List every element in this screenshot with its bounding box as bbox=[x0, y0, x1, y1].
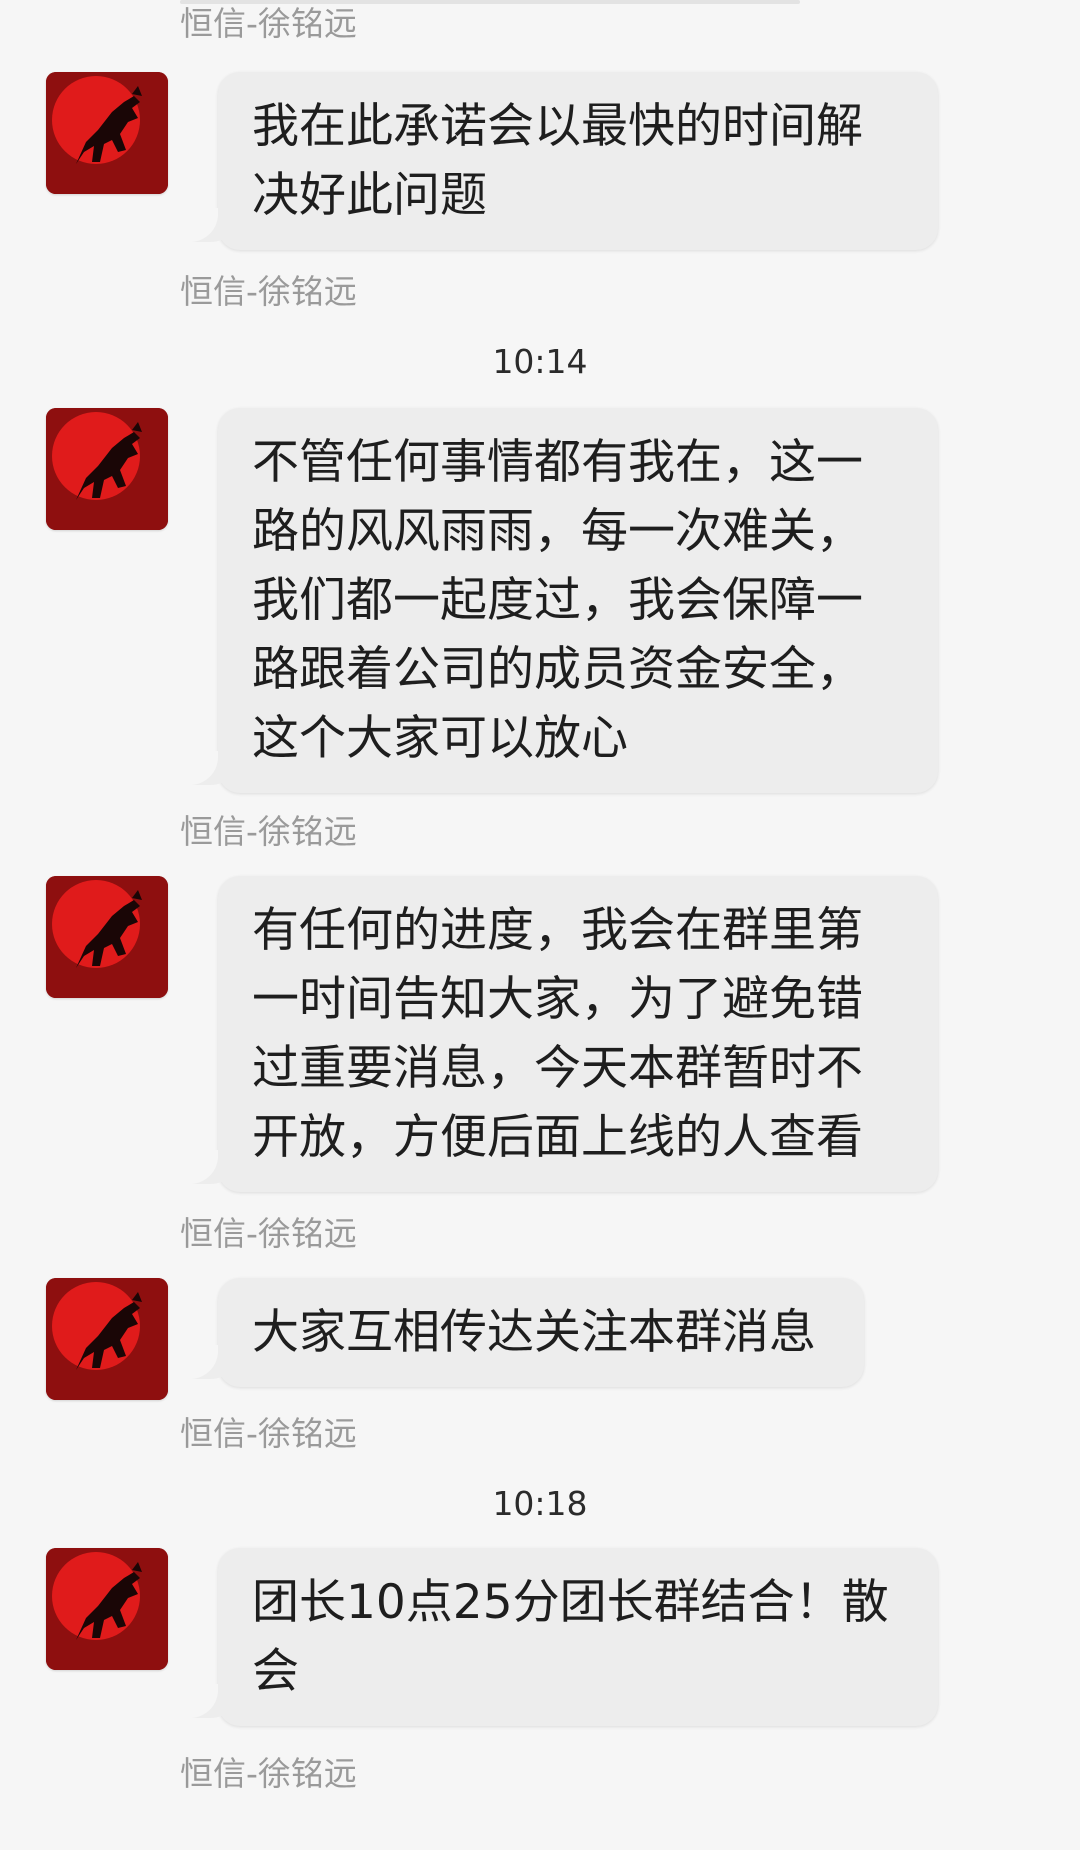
sender-name: 恒信-徐铭远 bbox=[180, 1754, 357, 1793]
message-text: 大家互相传达关注本群消息 bbox=[252, 1305, 816, 1360]
avatar-icon[interactable] bbox=[46, 1548, 168, 1670]
message-bubble[interactable]: 大家互相传达关注本群消息 bbox=[188, 1278, 864, 1387]
avatar-icon[interactable] bbox=[46, 876, 168, 998]
timestamp: 10:18 bbox=[492, 1484, 588, 1523]
message-text: 我在此承诺会以最快的时间解决好此问题 bbox=[252, 99, 863, 223]
sender-name: 恒信-徐铭远 bbox=[180, 812, 357, 851]
sender-name: 恒信-徐铭远 bbox=[180, 4, 357, 43]
sender-name: 恒信-徐铭远 bbox=[180, 272, 357, 311]
message-bubble[interactable]: 团长10点25分团长群结合！散会 bbox=[188, 1548, 938, 1726]
avatar-icon[interactable] bbox=[46, 408, 168, 530]
sender-name: 恒信-徐铭远 bbox=[180, 1214, 357, 1253]
avatar-icon[interactable] bbox=[46, 1278, 168, 1400]
avatar-icon[interactable] bbox=[46, 72, 168, 194]
message-text: 团长10点25分团长群结合！散会 bbox=[252, 1575, 889, 1699]
timestamp: 10:14 bbox=[492, 342, 588, 381]
chat-thread[interactable]: 恒信-徐铭远 我在此承诺会以最快的时间解决好此问题 恒信-徐铭远 10:14 不… bbox=[0, 0, 1080, 1850]
message-bubble[interactable]: 有任何的进度，我会在群里第一时间告知大家，为了避免错过重要消息，今天本群暂时不开… bbox=[188, 876, 938, 1192]
message-bubble[interactable]: 我在此承诺会以最快的时间解决好此问题 bbox=[188, 72, 938, 250]
message-text: 不管任何事情都有我在，这一路的风风雨雨，每一次难关，我们都一起度过，我会保障一路… bbox=[252, 435, 863, 766]
message-text: 有任何的进度，我会在群里第一时间告知大家，为了避免错过重要消息，今天本群暂时不开… bbox=[252, 903, 863, 1165]
sender-name: 恒信-徐铭远 bbox=[180, 1414, 357, 1453]
message-bubble[interactable]: 不管任何事情都有我在，这一路的风风雨雨，每一次难关，我们都一起度过，我会保障一路… bbox=[188, 408, 938, 793]
